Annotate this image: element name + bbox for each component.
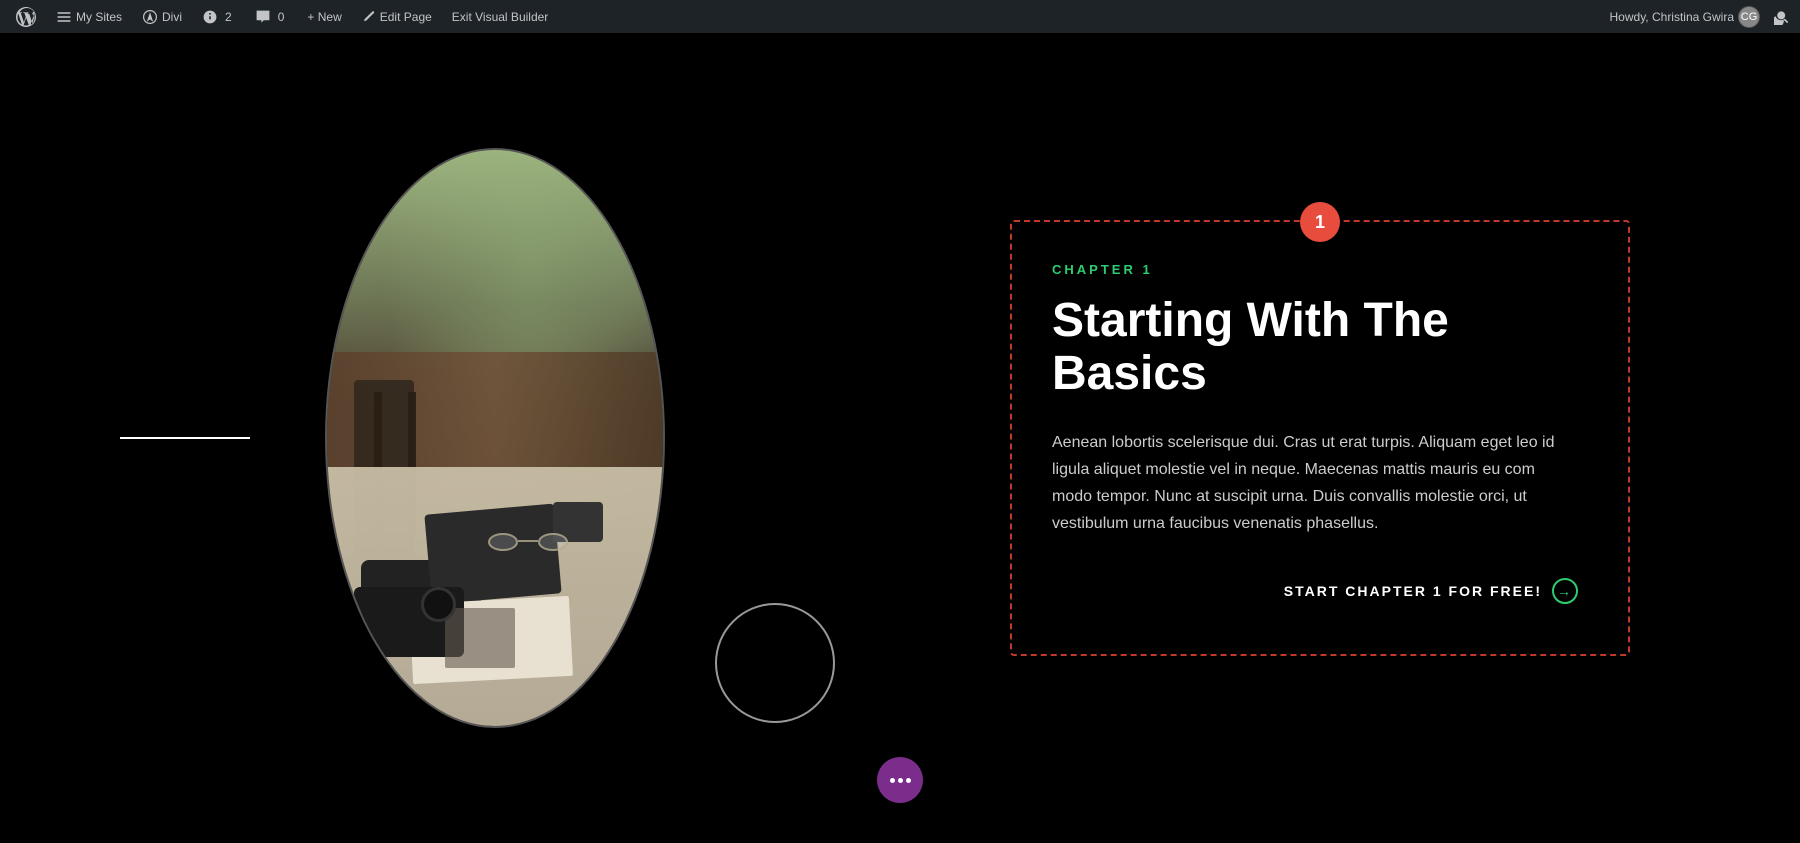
admin-bar: My Sites Divi 2 0 + New Edit Page Exit V… [0,0,1800,33]
cta-arrow-icon: → [1552,578,1578,604]
chapter-cta: START CHAPTER 1 FOR FREE! → [1052,578,1578,604]
main-content: 1 CHAPTER 1 Starting With The Basics Aen… [0,33,1800,843]
new-label: + New [307,10,341,24]
new-button[interactable]: + New [299,0,349,33]
chapter-title: Starting With The Basics [1052,295,1578,401]
user-avatar: CG [1738,6,1760,28]
exit-vb-label: Exit Visual Builder [452,10,549,24]
comments-icon [255,9,271,25]
edit-page-label: Edit Page [380,10,432,24]
howdy-user[interactable]: Howdy, Christina Gwira CG [1602,6,1768,28]
right-section: 1 CHAPTER 1 Starting With The Basics Aen… [990,33,1800,843]
updates-button[interactable]: 2 [194,0,243,33]
divi-button[interactable]: Divi [134,0,190,33]
dot-2 [898,778,903,783]
oval-image [325,148,665,728]
chapter-number-badge: 1 [1300,202,1340,242]
dot-1 [890,778,895,783]
comments-button[interactable]: 0 [247,0,296,33]
updates-icon [202,9,218,25]
decorative-line [120,437,250,439]
dot-3 [906,778,911,783]
my-sites-button[interactable]: My Sites [48,0,130,33]
howdy-label: Howdy, Christina Gwira [1610,10,1734,24]
cta-label: START CHAPTER 1 FOR FREE! [1284,583,1542,599]
edit-page-button[interactable]: Edit Page [354,0,440,33]
circle-overlay [715,603,835,723]
wp-logo-button[interactable] [8,0,44,33]
wordpress-icon [16,7,36,27]
chapter-body: Aenean lobortis scelerisque dui. Cras ut… [1052,429,1578,538]
cta-link[interactable]: START CHAPTER 1 FOR FREE! → [1284,578,1578,604]
page-layout: 1 CHAPTER 1 Starting With The Basics Aen… [0,33,1800,843]
divi-label: Divi [162,10,182,24]
my-sites-icon [56,9,72,25]
left-section [0,33,990,843]
comments-count: 0 [275,10,288,24]
search-button[interactable] [1772,7,1792,27]
exit-vb-button[interactable]: Exit Visual Builder [444,0,557,33]
edit-icon [362,10,376,24]
divi-icon [142,9,158,25]
chapter-box: 1 CHAPTER 1 Starting With The Basics Aen… [1010,220,1630,655]
oval-image-inner [327,150,663,726]
floating-menu-button[interactable] [877,757,923,803]
adminbar-right: Howdy, Christina Gwira CG [1602,6,1792,28]
updates-count: 2 [222,10,235,24]
chapter-label: CHAPTER 1 [1052,262,1578,277]
my-sites-label: My Sites [76,10,122,24]
